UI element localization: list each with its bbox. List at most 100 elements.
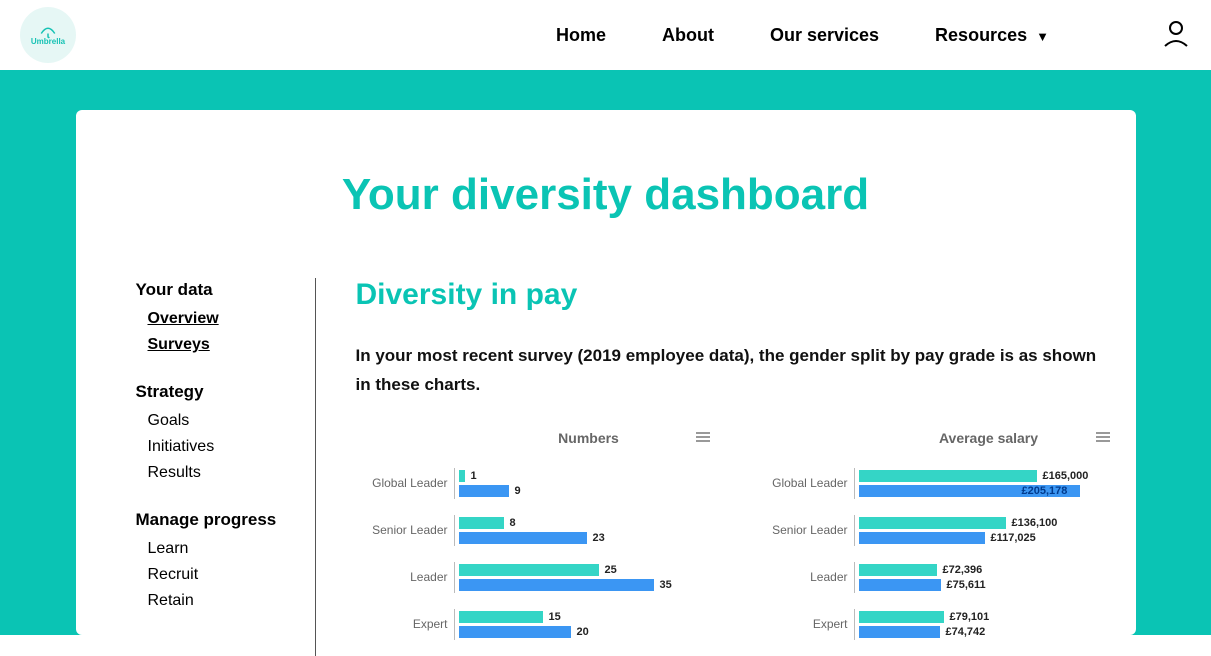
chart1-row-expert: Expert 15 20 [356,609,716,640]
bar-blue [459,532,587,544]
nav-resources-label: Resources [935,25,1027,45]
bar-blue [459,626,571,638]
chart-numbers-menu-icon[interactable] [694,430,712,447]
bar-teal [859,470,1037,482]
chart1-row-senior-leader: Senior Leader 8 23 [356,515,716,546]
sidebar-group-your-data: Your data Overview Surveys [136,280,305,354]
bar-value-a: £79,101 [950,611,990,623]
bar-teal [459,564,599,576]
sidebar-item-surveys[interactable]: Surveys [148,336,305,354]
bar-value-a: £165,000 [1043,470,1089,482]
sidebar-group-strategy: Strategy Goals Initiatives Results [136,382,305,482]
card-body: Your data Overview Surveys Strategy Goal… [76,278,1136,656]
sidebar-item-goals[interactable]: Goals [148,412,305,430]
hamburger-icon [1094,430,1112,444]
sidebar-item-retain[interactable]: Retain [148,592,305,610]
bar-blue [859,579,941,591]
chart2-row-senior-leader: Senior Leader £136,100 £117,025 [756,515,1116,546]
row-bars: 15 20 [454,609,716,640]
chart2-row-expert: Expert £79,101 £74,742 [756,609,1116,640]
row-label: Leader [356,570,454,584]
nav-resources[interactable]: Resources ▼ [935,25,1049,46]
sidebar-heading-manage-progress: Manage progress [136,510,305,530]
row-label: Expert [756,617,854,631]
row-label: Expert [356,617,454,631]
bar-value-b: £117,025 [991,532,1036,544]
bar-value-b: 23 [593,532,605,544]
chevron-down-icon: ▼ [1036,29,1049,44]
bar-value-a: 15 [549,611,561,623]
sidebar-heading-your-data: Your data [136,280,305,300]
chart-salary: Average salary Global Leader [756,430,1116,656]
bar-teal [859,611,944,623]
bar-teal [459,611,543,623]
chart-numbers-title: Numbers [558,430,619,446]
topbar: Umbrella Home About Our services Resourc… [0,0,1211,70]
row-bars: £72,396 £75,611 [854,562,1116,593]
bar-value-a: 25 [605,564,617,576]
chart-numbers: Numbers Global Leader [356,430,716,656]
bar-teal [459,470,465,482]
row-bars: 8 23 [454,515,716,546]
bar-blue [859,532,985,544]
sidebar-item-initiatives[interactable]: Initiatives [148,438,305,456]
chart1-row-global-leader: Global Leader 1 9 [356,468,716,499]
sidebar: Your data Overview Surveys Strategy Goal… [136,278,316,656]
row-bars: 1 9 [454,468,716,499]
sidebar-item-overview[interactable]: Overview [148,310,305,328]
nav-home[interactable]: Home [556,25,606,46]
row-bars: £136,100 £117,025 [854,515,1116,546]
bar-value-b: 9 [515,485,521,497]
section-intro: In your most recent survey (2019 employe… [356,342,1116,400]
main-content: Diversity in pay In your most recent sur… [316,278,1136,656]
chart2-row-global-leader: Global Leader £165,000 £205,178 [756,468,1116,499]
nav-services[interactable]: Our services [770,25,879,46]
sidebar-group-manage-progress: Manage progress Learn Recruit Retain [136,510,305,610]
sidebar-item-learn[interactable]: Learn [148,540,305,558]
row-label: Global Leader [356,476,454,490]
row-label: Leader [756,570,854,584]
chart-salary-header: Average salary [756,430,1116,446]
bar-value-b: 20 [577,626,589,638]
bar-value-b: £74,742 [946,626,986,638]
bar-value-a: 1 [471,470,477,482]
dashboard-card: Your diversity dashboard Your data Overv… [76,110,1136,635]
chart-salary-menu-icon[interactable] [1094,430,1112,447]
bar-blue [459,485,509,497]
chart2-row-leader: Leader £72,396 £75,611 [756,562,1116,593]
bar-teal [459,517,504,529]
chart-salary-title: Average salary [939,430,1038,446]
row-label: Senior Leader [756,523,854,537]
sidebar-item-recruit[interactable]: Recruit [148,566,305,584]
nav-about[interactable]: About [662,25,714,46]
bar-blue [459,579,654,591]
main-nav: Home About Our services Resources ▼ [556,18,1191,53]
stage-background: Your diversity dashboard Your data Overv… [0,70,1211,635]
bar-value-b: £75,611 [947,579,986,591]
bar-teal [859,564,937,576]
row-bars: 25 35 [454,562,716,593]
hamburger-icon [694,430,712,444]
page-title: Your diversity dashboard [76,170,1136,220]
brand-name: Umbrella [31,37,65,46]
chart1-row-leader: Leader 25 35 [356,562,716,593]
bar-teal [859,517,1006,529]
user-icon [1161,18,1191,48]
sidebar-heading-strategy: Strategy [136,382,305,402]
bar-value-a: 8 [510,517,516,529]
row-bars: £165,000 £205,178 [854,468,1116,499]
brand-logo[interactable]: Umbrella [20,7,76,63]
bar-blue [859,626,940,638]
charts-row: Numbers Global Leader [356,430,1116,656]
sidebar-item-results[interactable]: Results [148,464,305,482]
bar-value-b: £205,178 [1022,485,1068,497]
row-label: Global Leader [756,476,854,490]
row-bars: £79,101 £74,742 [854,609,1116,640]
bar-value-a: £72,396 [943,564,983,576]
bar-value-b: 35 [660,579,672,591]
row-label: Senior Leader [356,523,454,537]
bar-value-a: £136,100 [1012,517,1058,529]
section-title: Diversity in pay [356,278,1116,312]
profile-button[interactable] [1161,18,1191,53]
chart-numbers-header: Numbers [356,430,716,446]
